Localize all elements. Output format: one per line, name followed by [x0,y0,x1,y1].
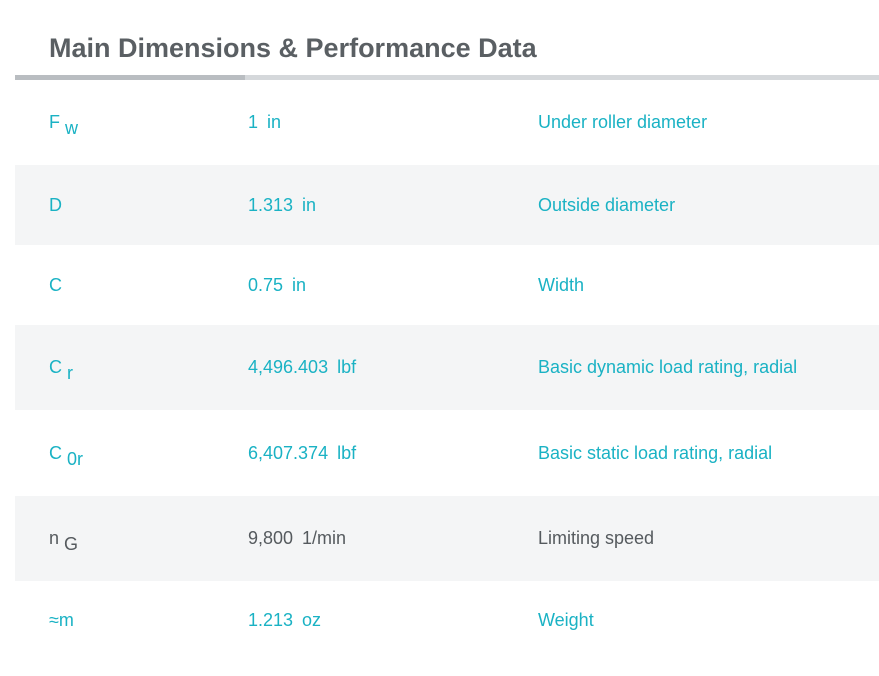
symbol-cell: Fw [49,80,78,165]
value-cell: 4,496.403 lbf [248,325,356,410]
unit: in [292,274,307,295]
symbol: F [49,112,60,132]
symbol-cell: C 0r [49,410,83,496]
table-row-c0r: C 0r 6,407.374 lbf Basic static load ratin… [15,410,879,496]
symbol-subscript: G [64,534,79,554]
description-cell: Under roller diameter [538,112,708,132]
description-cell: Basic dynamic load rating, radial [538,357,798,377]
symbol: ≈m [49,609,74,630]
description-cell: Width [538,274,585,295]
symbol: C [49,442,62,463]
table-row-cr: Cr 4,496.403 lbf Basic dynamic load ratin… [15,325,879,410]
value: 0.75 [248,274,284,295]
page-title: Main Dimensions & Performance Data [49,33,537,63]
unit: 1/min [302,528,347,548]
symbol: n [49,528,60,548]
unit: in [267,112,282,132]
unit: oz [302,609,322,630]
value: 1 [248,112,259,132]
description-cell: Basic static load rating, radial [538,442,773,463]
unit: in [302,194,317,215]
symbol-cell: ≈m [49,581,79,659]
table-row-c: C 0.75 in Width [15,245,879,325]
symbol-cell: D [49,165,67,245]
description-cell: Weight [538,609,594,630]
table-row-m: ≈m 1.213 oz Weight [15,581,879,659]
value: 4,496.403 [248,357,329,377]
symbol-cell: nG [49,496,78,581]
symbol-cell: Cr [49,325,73,410]
value: 1.213 [248,609,294,630]
dimensions-table: Fw 1 in Under roller diameter D 1.313 in O… [15,80,879,659]
value: 6,407.374 [248,442,329,463]
unit: lbf [337,357,357,377]
symbol: D [49,194,62,215]
value: 9,800 [248,528,294,548]
table-row-ng: nG 9,800 1/min Limiting speed [15,496,879,581]
value-cell: 1.313 in [248,165,316,245]
unit: lbf [337,442,357,463]
table-row-d: D 1.313 in Outside diameter [15,165,879,245]
table-row-fw: Fw 1 in Under roller diameter [15,80,879,165]
value-cell: 1.213 oz [248,581,321,659]
symbol: C [49,357,62,377]
description-cell: Limiting speed [538,528,655,548]
symbol-subscript: 0r [67,448,84,469]
value-cell: 6,407.374 lbf [248,410,356,496]
value-cell: 0.75 in [248,245,306,325]
value-cell: 9,800 1/min [248,496,346,581]
symbol-cell: C [49,245,67,325]
description-cell: Outside diameter [538,194,676,215]
value-cell: 1 in [248,80,281,165]
value: 1.313 [248,194,294,215]
symbol: C [49,274,62,295]
symbol-subscript: w [65,118,78,138]
symbol-subscript: r [67,363,73,383]
